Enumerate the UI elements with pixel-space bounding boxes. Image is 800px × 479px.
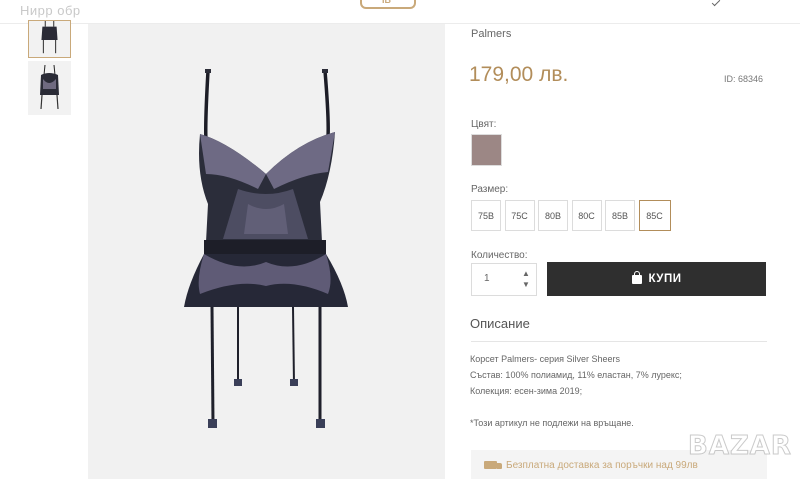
thumbnail-front[interactable] [28, 20, 71, 58]
site-logo[interactable]: IB [360, 0, 416, 9]
description-line: Корсет Palmers- серия Silver Sheers [470, 354, 621, 364]
product-brand[interactable]: Palmers [471, 28, 511, 40]
product-main-image[interactable] [88, 24, 445, 479]
thumbnail-back[interactable] [28, 61, 71, 115]
product-price: 179,00 лв. [469, 63, 569, 86]
description-line: Колекция: есен-зима 2019; [470, 386, 583, 396]
divider [471, 341, 767, 342]
description-note: *Този артикул не подлежи на връщане. [470, 418, 634, 428]
quantity-value[interactable]: 1 [484, 273, 490, 284]
chevron-down-icon[interactable] [711, 0, 721, 7]
size-option-85c[interactable]: 85C [638, 200, 671, 231]
buy-button-label: КУПИ [648, 273, 682, 285]
corset-illustration [184, 69, 348, 428]
truck-icon [484, 461, 502, 469]
shopping-bag-icon [631, 270, 642, 284]
color-label: Цвят: [471, 119, 497, 130]
logo-text: IB [382, 0, 391, 5]
size-option-85b[interactable]: 85B [605, 200, 635, 231]
shipping-text: Безплатна доставка за поръчки над 99лв [506, 460, 698, 471]
size-options: 75B 75C 80B 80C 85B 85C [471, 200, 674, 231]
quantity-stepper[interactable]: 1 ▲ ▼ [471, 263, 537, 296]
top-left-text: Нирр обр [20, 3, 81, 18]
size-option-75b[interactable]: 75B [471, 200, 501, 231]
chevron-down-icon[interactable]: ▼ [522, 280, 530, 289]
product-id: ID: 68346 [724, 74, 764, 84]
size-option-80b[interactable]: 80B [538, 200, 568, 231]
size-option-75c[interactable]: 75C [504, 200, 535, 231]
color-swatch[interactable] [471, 134, 502, 166]
description-line: Състав: 100% полиамид, 11% еластан, 7% л… [470, 370, 682, 380]
chevron-up-icon[interactable]: ▲ [522, 269, 530, 278]
watermark-logo: BAZAR [688, 431, 792, 462]
description-heading[interactable]: Описание [470, 316, 530, 331]
size-option-80c[interactable]: 80C [571, 200, 602, 231]
top-bar: Нирр обр IB [0, 0, 800, 24]
quantity-label: Количество: [471, 250, 528, 261]
buy-button[interactable]: КУПИ [547, 262, 766, 296]
size-label: Размер: [471, 184, 509, 195]
